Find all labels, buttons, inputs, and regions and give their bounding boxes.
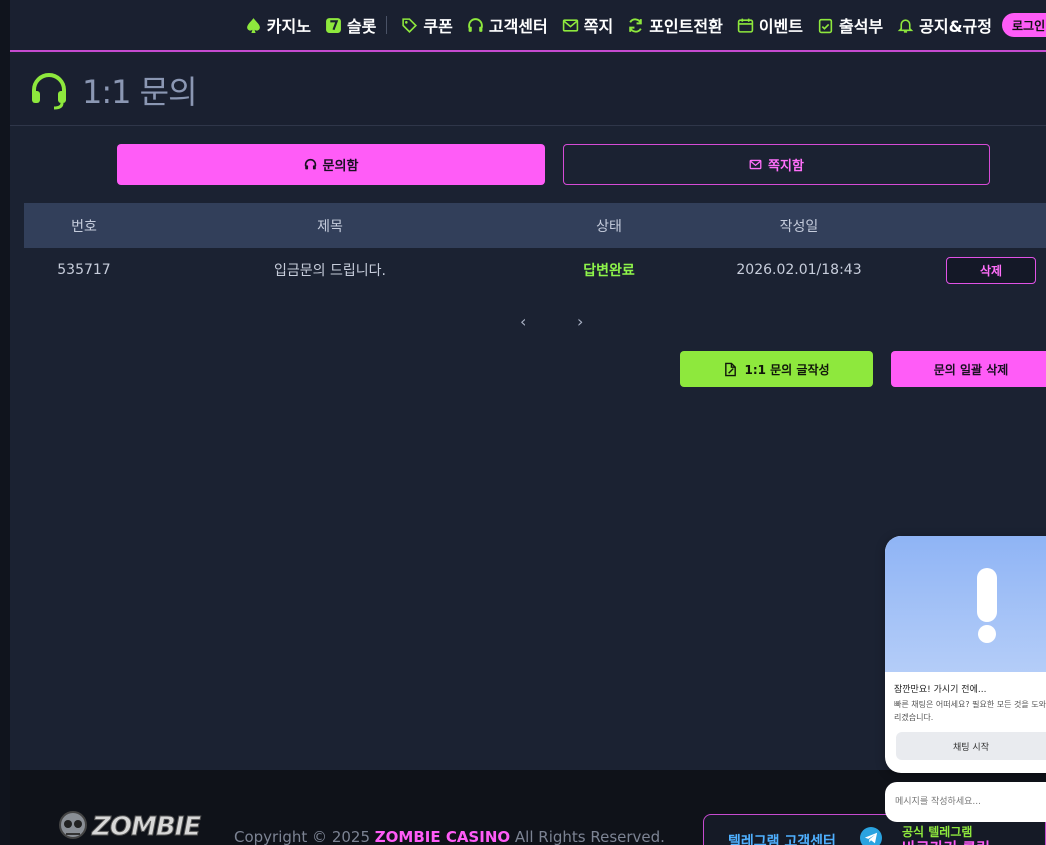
left-edge-strip [0, 0, 10, 845]
table-header: 번호 제목 상태 작성일 [24, 203, 1046, 248]
nav-label: 고객센터 [488, 17, 548, 36]
nav-label: 이벤트 [758, 17, 803, 36]
chat-popup: 잠깐만요! 가시기 전에... 빠른 채팅은 어떠세요? 필요한 모든 것을 도… [885, 536, 1046, 773]
chat-description: 빠른 채팅은 어떠세요? 필요한 모든 것을 도와드리겠습니다. [894, 700, 1046, 722]
pagination-prev-button[interactable]: ‹ [520, 312, 526, 331]
start-chat-button[interactable]: 채팅 시작 [896, 732, 1046, 760]
bell-icon [897, 18, 914, 33]
mail-icon [749, 159, 762, 170]
tab-label: 쪽지함 [768, 159, 804, 174]
chat-hero [885, 536, 1046, 672]
nav-item-event[interactable]: 이벤트 [737, 13, 803, 37]
clipboard-check-icon [818, 18, 833, 33]
tab-label: 문의함 [322, 159, 359, 174]
row-number: 535717 [57, 262, 111, 278]
row-title[interactable]: 입금문의 드립니다. [184, 260, 476, 280]
copyright-prefix: Copyright © 2025 [234, 828, 375, 845]
zombie-head-icon [59, 810, 87, 839]
table-row[interactable]: 535717 입금문의 드립니다. 답변완료 2026.02.01/18:43 … [24, 248, 1046, 292]
chat-message-input[interactable] [885, 782, 1046, 822]
calendar-icon [737, 18, 754, 33]
nav-label: 슬롯 [346, 17, 377, 36]
status-badge: 답변완료 [583, 263, 635, 279]
telegram-icon [860, 827, 882, 845]
login-button[interactable]: 로그인 [1002, 13, 1046, 37]
pagination-next-button[interactable]: › [577, 312, 583, 331]
row-date: 2026.02.01/18:43 [736, 262, 862, 278]
zombie-logo: ZOMBIE [58, 808, 208, 845]
headset-icon [304, 158, 316, 170]
spade-icon [246, 17, 260, 33]
brand-name: ZOMBIE CASINO [374, 828, 511, 845]
nav-item-coupon[interactable]: 쿠폰 [401, 13, 453, 37]
tab-message-box[interactable]: 쪽지함 [563, 144, 990, 185]
column-header-title: 제목 [317, 218, 343, 235]
nav-label: 공지&규정 [919, 17, 992, 36]
copyright-text: Copyright © 2025 ZOMBIE CASINO All Right… [234, 828, 665, 845]
logo-text: ZOMBIE [91, 811, 201, 842]
nav-divider [386, 16, 388, 34]
nav-item-casino[interactable]: 카지노 [245, 13, 311, 37]
page-header: 1:1 문의 [10, 54, 1046, 126]
nav-label: 카지노 [266, 17, 311, 36]
top-navigation: 카지노 슬롯 쿠폰 고객센터 쪽지 포인트전환 이벤트 출석부 공지&규정 로그… [10, 0, 1046, 52]
tag-icon [402, 17, 418, 33]
mail-icon [562, 18, 578, 32]
nav-label: 쿠폰 [423, 17, 453, 36]
column-header-date: 작성일 [779, 218, 819, 235]
nav-item-support[interactable]: 고객센터 [467, 13, 548, 37]
write-inquiry-label: 1:1 문의 글작성 [744, 362, 830, 377]
write-inquiry-button[interactable]: 1:1 문의 글작성 [680, 351, 873, 387]
tab-inquiry-box[interactable]: 문의함 [117, 144, 545, 185]
nav-item-notice[interactable]: 공지&규정 [897, 13, 992, 37]
telegram-support-label: 텔레그램 고객센터 [728, 834, 836, 845]
nav-item-attendance[interactable]: 출석부 [817, 13, 883, 37]
nav-label: 포인트전환 [649, 17, 723, 36]
copyright-suffix: All Rights Reserved. [510, 828, 665, 845]
nav-item-message[interactable]: 쪽지 [562, 13, 613, 37]
telegram-click-label: 바로가기 클릭 [902, 837, 990, 845]
chat-title: 잠깐만요! 가시기 전에... [894, 685, 987, 695]
nav-item-slot[interactable]: 슬롯 [325, 13, 376, 37]
headset-icon [468, 17, 483, 32]
nav-item-point-exchange[interactable]: 포인트전환 [627, 13, 723, 37]
document-edit-icon [725, 362, 737, 376]
nav-label: 출석부 [838, 17, 884, 36]
delete-all-inquiries-button[interactable]: 문의 일괄 삭제 [891, 351, 1046, 387]
column-header-status: 상태 [596, 218, 622, 235]
headset-icon [32, 72, 66, 109]
page-title: 1:1 문의 [82, 72, 198, 111]
exclamation-icon [977, 568, 997, 643]
refresh-icon [629, 17, 642, 33]
column-header-number: 번호 [71, 218, 97, 235]
nav-label: 쪽지 [583, 17, 614, 36]
delete-button[interactable]: 삭제 [946, 257, 1036, 284]
slot-seven-icon [326, 17, 341, 33]
